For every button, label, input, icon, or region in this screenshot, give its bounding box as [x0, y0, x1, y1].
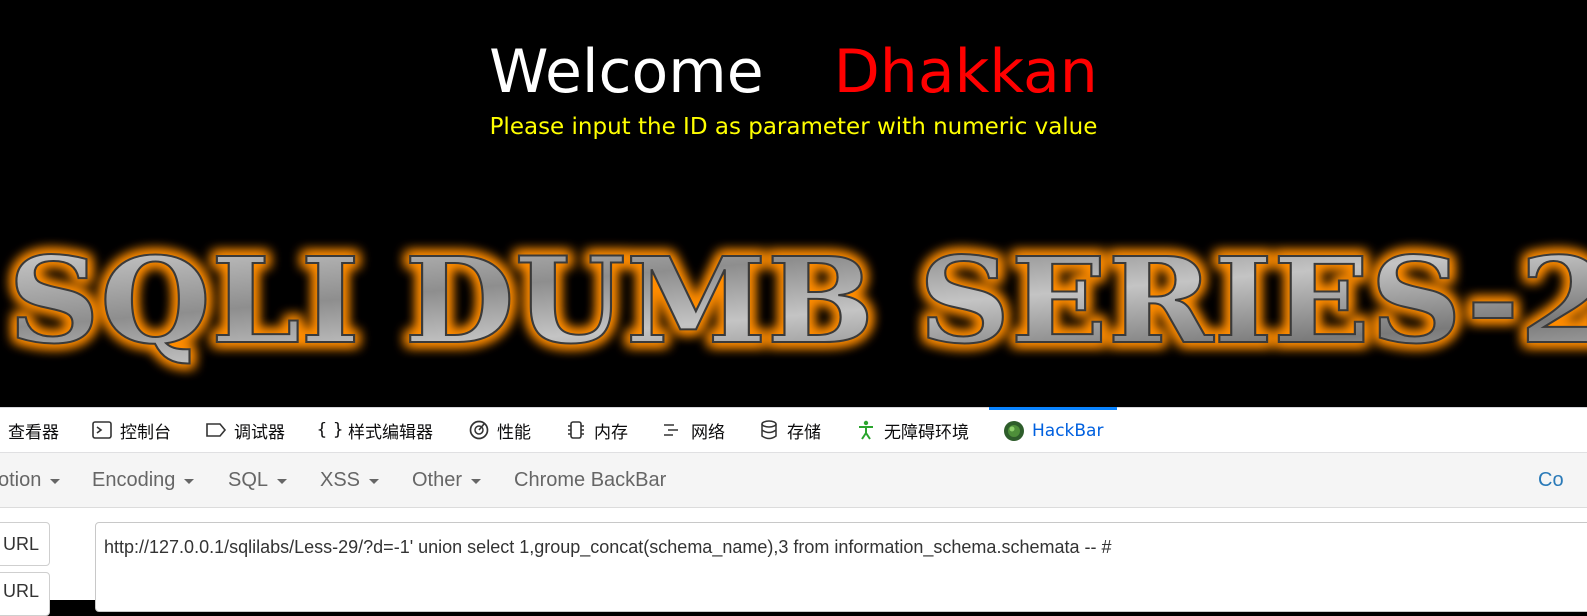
menu-chrome-backbar[interactable]: Chrome BackBar	[514, 453, 666, 508]
welcome-heading: Welcome Dhakkan	[0, 34, 1587, 110]
user-name: Dhakkan	[833, 37, 1098, 107]
hackbar-toolbar: otion Encoding SQL XSS Other Chrome Back…	[0, 453, 1587, 508]
split-url-button[interactable]: lit URL	[0, 572, 50, 616]
tab-label: 调试器	[234, 422, 285, 443]
console-icon	[91, 419, 113, 441]
menu-label: Chrome BackBar	[514, 469, 667, 491]
button-label: lit URL	[0, 581, 39, 601]
tab-performance[interactable]: 性能	[468, 408, 531, 452]
tab-network[interactable]: 网络	[662, 408, 725, 452]
tab-label: HackBar	[1032, 420, 1104, 441]
chevron-down-icon	[277, 479, 288, 484]
banner-logo: SQLI DUMB SERIES-2 SQLI DUMB SERIES-2	[0, 225, 1587, 385]
hackbar-icon	[1003, 420, 1025, 442]
menu-label: SQL	[228, 469, 269, 491]
chevron-down-icon	[50, 479, 61, 484]
tab-console[interactable]: 控制台	[91, 408, 171, 452]
chevron-down-icon	[471, 479, 482, 484]
style-editor-icon: { }	[316, 420, 344, 440]
url-value: http://127.0.0.1/sqlilabs/Less-29/?d=-1'…	[104, 537, 1112, 557]
accessibility-icon	[855, 419, 877, 441]
chevron-down-icon	[184, 479, 195, 484]
tab-label: 内存	[594, 422, 628, 443]
web-page: Welcome Dhakkan Please input the ID as pa…	[0, 0, 1587, 407]
tab-memory[interactable]: 内存	[565, 408, 628, 452]
menu-label: XSS	[320, 469, 361, 491]
menu-other[interactable]: Other	[412, 453, 482, 508]
tab-label: 无障碍环境	[884, 422, 969, 443]
menu-label: Encoding	[92, 469, 176, 491]
tab-storage[interactable]: 存储	[758, 408, 821, 452]
banner-title: SQLI DUMB SERIES-2	[8, 231, 1587, 370]
hackbar-panel: ad URL lit URL http://127.0.0.1/sqlilabs…	[0, 508, 1587, 616]
menu-xss[interactable]: XSS	[320, 453, 380, 508]
tab-label: 网络	[691, 422, 725, 443]
menu-label: Other	[412, 469, 463, 491]
tab-label: 存储	[787, 422, 821, 443]
storage-icon	[758, 419, 780, 441]
menu-sql[interactable]: SQL	[228, 453, 288, 508]
menu-option[interactable]: otion	[0, 453, 61, 508]
tab-label: 样式编辑器	[348, 422, 433, 443]
button-label: ad URL	[0, 533, 39, 554]
menu-label: otion	[0, 469, 42, 491]
chevron-down-icon	[369, 479, 380, 484]
tab-label: 控制台	[120, 422, 171, 443]
debugger-icon	[205, 419, 227, 441]
instruction-text: Please input the ID as parameter with nu…	[489, 114, 1098, 140]
tab-label: 查看器	[8, 422, 59, 443]
devtools-tab-bar: 查看器 控制台 调试器 { } 样式编辑器 性能 内存 网络 存储 无障碍环境 …	[0, 407, 1587, 453]
menu-label: Co	[1538, 469, 1564, 491]
tab-label: 性能	[497, 422, 531, 443]
menu-right-link[interactable]: Co	[1538, 453, 1564, 508]
tab-accessibility[interactable]: 无障碍环境	[855, 408, 969, 452]
network-icon	[662, 419, 684, 441]
url-textarea[interactable]: http://127.0.0.1/sqlilabs/Less-29/?d=-1'…	[95, 522, 1587, 612]
performance-icon	[468, 419, 490, 441]
memory-icon	[565, 419, 587, 441]
load-url-button[interactable]: ad URL	[0, 522, 50, 566]
tab-style-editor[interactable]: { } 样式编辑器	[316, 408, 433, 452]
welcome-word: Welcome	[489, 37, 764, 107]
tab-inspector[interactable]: 查看器	[8, 408, 59, 452]
tab-hackbar[interactable]: HackBar	[989, 407, 1118, 451]
tab-debugger[interactable]: 调试器	[205, 408, 285, 452]
menu-encoding[interactable]: Encoding	[92, 453, 195, 508]
